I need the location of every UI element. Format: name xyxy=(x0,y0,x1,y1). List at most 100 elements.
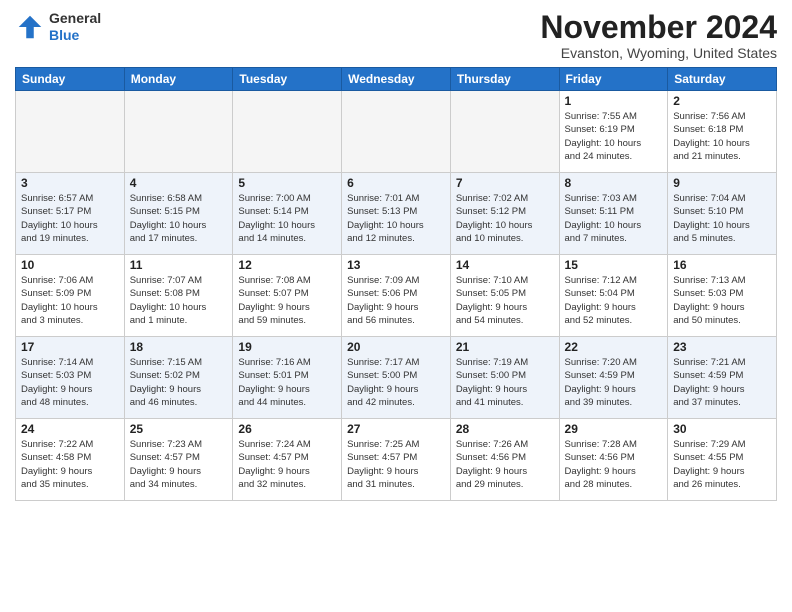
day-cell-2-1: 11 Sunrise: 7:07 AM Sunset: 5:08 PM Dayli… xyxy=(124,255,233,337)
day-number: 15 xyxy=(565,258,663,272)
day-info: Sunrise: 7:14 AM Sunset: 5:03 PM Dayligh… xyxy=(21,356,119,409)
day-info: Sunrise: 7:55 AM Sunset: 6:19 PM Dayligh… xyxy=(565,110,663,163)
day-cell-4-3: 27 Sunrise: 7:25 AM Sunset: 4:57 PM Dayli… xyxy=(342,419,451,501)
day-number: 17 xyxy=(21,340,119,354)
day-info: Sunrise: 7:19 AM Sunset: 5:00 PM Dayligh… xyxy=(456,356,554,409)
day-number: 5 xyxy=(238,176,336,190)
day-info: Sunrise: 7:21 AM Sunset: 4:59 PM Dayligh… xyxy=(673,356,771,409)
day-info: Sunrise: 7:00 AM Sunset: 5:14 PM Dayligh… xyxy=(238,192,336,245)
day-info: Sunrise: 7:02 AM Sunset: 5:12 PM Dayligh… xyxy=(456,192,554,245)
logo: General Blue xyxy=(15,10,101,44)
day-info: Sunrise: 7:15 AM Sunset: 5:02 PM Dayligh… xyxy=(130,356,228,409)
day-info: Sunrise: 7:17 AM Sunset: 5:00 PM Dayligh… xyxy=(347,356,445,409)
day-cell-4-6: 30 Sunrise: 7:29 AM Sunset: 4:55 PM Dayli… xyxy=(668,419,777,501)
day-cell-4-5: 29Sunrise: 7:28 AM Sunset: 4:56 PM Dayli… xyxy=(559,419,668,501)
day-number: 21 xyxy=(456,340,554,354)
day-info: Sunrise: 7:20 AM Sunset: 4:59 PM Dayligh… xyxy=(565,356,663,409)
day-number: 12 xyxy=(238,258,336,272)
header-monday: Monday xyxy=(124,68,233,91)
day-cell-3-5: 22 Sunrise: 7:20 AM Sunset: 4:59 PM Dayli… xyxy=(559,337,668,419)
logo-text: General Blue xyxy=(49,10,101,44)
day-info: Sunrise: 7:01 AM Sunset: 5:13 PM Dayligh… xyxy=(347,192,445,245)
header-wednesday: Wednesday xyxy=(342,68,451,91)
day-info: Sunrise: 7:04 AM Sunset: 5:10 PM Dayligh… xyxy=(673,192,771,245)
day-cell-4-2: 26Sunrise: 7:24 AM Sunset: 4:57 PM Dayli… xyxy=(233,419,342,501)
day-cell-0-3 xyxy=(342,91,451,173)
day-cell-3-6: 23 Sunrise: 7:21 AM Sunset: 4:59 PM Dayli… xyxy=(668,337,777,419)
day-info: Sunrise: 7:10 AM Sunset: 5:05 PM Dayligh… xyxy=(456,274,554,327)
day-info: Sunrise: 7:08 AM Sunset: 5:07 PM Dayligh… xyxy=(238,274,336,327)
week-row-4: 17 Sunrise: 7:14 AM Sunset: 5:03 PM Dayli… xyxy=(16,337,777,419)
day-cell-2-0: 10 Sunrise: 7:06 AM Sunset: 5:09 PM Dayli… xyxy=(16,255,125,337)
day-info: Sunrise: 7:22 AM Sunset: 4:58 PM Dayligh… xyxy=(21,438,119,491)
day-cell-1-2: 5 Sunrise: 7:00 AM Sunset: 5:14 PM Daylig… xyxy=(233,173,342,255)
location: Evanston, Wyoming, United States xyxy=(540,45,777,61)
day-number: 6 xyxy=(347,176,445,190)
day-number: 9 xyxy=(673,176,771,190)
day-info: Sunrise: 7:29 AM Sunset: 4:55 PM Dayligh… xyxy=(673,438,771,491)
day-info: Sunrise: 7:13 AM Sunset: 5:03 PM Dayligh… xyxy=(673,274,771,327)
week-row-5: 24 Sunrise: 7:22 AM Sunset: 4:58 PM Dayli… xyxy=(16,419,777,501)
day-cell-4-4: 28Sunrise: 7:26 AM Sunset: 4:56 PM Dayli… xyxy=(450,419,559,501)
day-cell-0-4 xyxy=(450,91,559,173)
page: General Blue November 2024 Evanston, Wyo… xyxy=(0,0,792,612)
day-number: 4 xyxy=(130,176,228,190)
day-number: 13 xyxy=(347,258,445,272)
header-sunday: Sunday xyxy=(16,68,125,91)
day-cell-1-5: 8 Sunrise: 7:03 AM Sunset: 5:11 PM Daylig… xyxy=(559,173,668,255)
day-cell-4-1: 25 Sunrise: 7:23 AM Sunset: 4:57 PM Dayli… xyxy=(124,419,233,501)
day-info: Sunrise: 7:09 AM Sunset: 5:06 PM Dayligh… xyxy=(347,274,445,327)
day-info: Sunrise: 7:07 AM Sunset: 5:08 PM Dayligh… xyxy=(130,274,228,327)
day-number: 14 xyxy=(456,258,554,272)
day-number: 23 xyxy=(673,340,771,354)
header-saturday: Saturday xyxy=(668,68,777,91)
header: General Blue November 2024 Evanston, Wyo… xyxy=(15,10,777,61)
day-number: 3 xyxy=(21,176,119,190)
weekday-header-row: Sunday Monday Tuesday Wednesday Thursday… xyxy=(16,68,777,91)
day-cell-2-2: 12 Sunrise: 7:08 AM Sunset: 5:07 PM Dayli… xyxy=(233,255,342,337)
day-number: 2 xyxy=(673,94,771,108)
day-info: Sunrise: 7:26 AM Sunset: 4:56 PM Dayligh… xyxy=(456,438,554,491)
day-cell-0-6: 2 Sunrise: 7:56 AM Sunset: 6:18 PM Daylig… xyxy=(668,91,777,173)
day-cell-3-0: 17 Sunrise: 7:14 AM Sunset: 5:03 PM Dayli… xyxy=(16,337,125,419)
header-thursday: Thursday xyxy=(450,68,559,91)
day-cell-2-6: 16 Sunrise: 7:13 AM Sunset: 5:03 PM Dayli… xyxy=(668,255,777,337)
day-number: 18 xyxy=(130,340,228,354)
day-cell-2-5: 15 Sunrise: 7:12 AM Sunset: 5:04 PM Dayli… xyxy=(559,255,668,337)
calendar: Sunday Monday Tuesday Wednesday Thursday… xyxy=(15,67,777,501)
day-info: Sunrise: 7:12 AM Sunset: 5:04 PM Dayligh… xyxy=(565,274,663,327)
day-number: 30 xyxy=(673,422,771,436)
day-info: Sunrise: 7:06 AM Sunset: 5:09 PM Dayligh… xyxy=(21,274,119,327)
week-row-2: 3Sunrise: 6:57 AM Sunset: 5:17 PM Daylig… xyxy=(16,173,777,255)
day-info: Sunrise: 7:16 AM Sunset: 5:01 PM Dayligh… xyxy=(238,356,336,409)
day-number: 26 xyxy=(238,422,336,436)
day-number: 24 xyxy=(21,422,119,436)
day-cell-0-0 xyxy=(16,91,125,173)
day-number: 1 xyxy=(565,94,663,108)
week-row-3: 10 Sunrise: 7:06 AM Sunset: 5:09 PM Dayli… xyxy=(16,255,777,337)
header-tuesday: Tuesday xyxy=(233,68,342,91)
day-info: Sunrise: 7:03 AM Sunset: 5:11 PM Dayligh… xyxy=(565,192,663,245)
day-info: Sunrise: 7:56 AM Sunset: 6:18 PM Dayligh… xyxy=(673,110,771,163)
day-number: 19 xyxy=(238,340,336,354)
logo-blue: Blue xyxy=(49,27,101,44)
day-number: 10 xyxy=(21,258,119,272)
day-number: 8 xyxy=(565,176,663,190)
day-number: 16 xyxy=(673,258,771,272)
day-info: Sunrise: 7:25 AM Sunset: 4:57 PM Dayligh… xyxy=(347,438,445,491)
day-cell-1-4: 7 Sunrise: 7:02 AM Sunset: 5:12 PM Daylig… xyxy=(450,173,559,255)
day-number: 25 xyxy=(130,422,228,436)
day-info: Sunrise: 7:23 AM Sunset: 4:57 PM Dayligh… xyxy=(130,438,228,491)
logo-general: General xyxy=(49,10,101,27)
month-title: November 2024 xyxy=(540,10,777,45)
day-cell-3-1: 18 Sunrise: 7:15 AM Sunset: 5:02 PM Dayli… xyxy=(124,337,233,419)
day-number: 7 xyxy=(456,176,554,190)
day-number: 29 xyxy=(565,422,663,436)
header-friday: Friday xyxy=(559,68,668,91)
day-cell-2-4: 14 Sunrise: 7:10 AM Sunset: 5:05 PM Dayli… xyxy=(450,255,559,337)
day-cell-3-2: 19 Sunrise: 7:16 AM Sunset: 5:01 PM Dayli… xyxy=(233,337,342,419)
day-number: 27 xyxy=(347,422,445,436)
day-cell-1-3: 6 Sunrise: 7:01 AM Sunset: 5:13 PM Daylig… xyxy=(342,173,451,255)
day-number: 22 xyxy=(565,340,663,354)
day-number: 11 xyxy=(130,258,228,272)
